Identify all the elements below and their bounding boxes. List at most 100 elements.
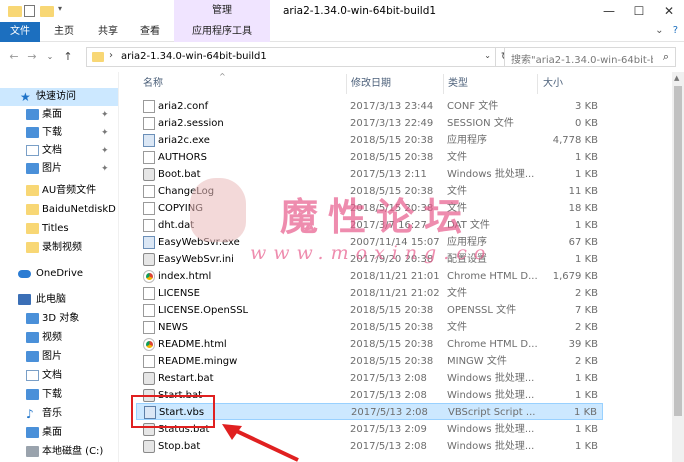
nav-quick-access[interactable]: ★ 快速访问 bbox=[0, 88, 118, 106]
column-divider[interactable] bbox=[443, 74, 444, 94]
chevron-down-icon[interactable]: ⌄ bbox=[484, 51, 491, 60]
nav-downloads-pc[interactable]: 下载 bbox=[0, 386, 118, 404]
back-button[interactable]: ← bbox=[6, 48, 22, 66]
nav-desktop[interactable]: 桌面 ✦ bbox=[0, 106, 118, 124]
search-input[interactable]: 搜索"aria2-1.34.0-win-64bit-build1" ⌕ bbox=[504, 47, 676, 67]
pin-icon[interactable]: ✦ bbox=[101, 106, 109, 124]
nav-titles[interactable]: Titles bbox=[0, 220, 118, 238]
tab-file[interactable]: 文件 bbox=[0, 22, 40, 42]
nav-label: 下载 bbox=[42, 127, 62, 138]
nav-label: 音乐 bbox=[42, 408, 62, 419]
nav-3d-objects[interactable]: 3D 对象 bbox=[0, 310, 118, 328]
file-type: OPENSSL 文件 bbox=[447, 305, 517, 316]
file-size: 3 KB bbox=[575, 101, 598, 112]
nav-pictures[interactable]: 图片 ✦ bbox=[0, 160, 118, 178]
file-date: 2017/5/13 2:11 bbox=[350, 169, 427, 180]
nav-music[interactable]: ♪ 音乐 bbox=[0, 405, 118, 423]
up-button[interactable]: ↑ bbox=[60, 48, 76, 66]
file-row[interactable]: aria2.conf 2017/3/13 23:44 CONF 文件 3 KB bbox=[136, 98, 603, 115]
tab-home[interactable]: 主页 bbox=[44, 22, 84, 42]
file-row[interactable]: Restart.bat 2017/5/13 2:08 Windows 批处理..… bbox=[136, 370, 603, 387]
file-name: NEWS bbox=[158, 322, 189, 333]
file-row[interactable]: NEWS 2018/5/15 20:38 文件 2 KB bbox=[136, 319, 603, 336]
file-name: EasyWebSvr.ini bbox=[158, 254, 234, 265]
vertical-scrollbar[interactable]: ▲ bbox=[672, 72, 684, 462]
pin-icon[interactable]: ✦ bbox=[101, 142, 109, 160]
file-type: MINGW 文件 bbox=[447, 356, 507, 367]
pin-icon[interactable]: ✦ bbox=[101, 124, 109, 142]
nav-baidunetdisk[interactable]: BaiduNetdiskD bbox=[0, 201, 118, 219]
properties-icon[interactable] bbox=[24, 5, 35, 17]
nav-documents[interactable]: 文档 ✦ bbox=[0, 142, 118, 160]
manage-tab[interactable]: 管理 bbox=[174, 0, 270, 22]
nav-videos[interactable]: 视频 bbox=[0, 329, 118, 347]
help-icon[interactable]: ? bbox=[673, 25, 678, 36]
scroll-up-icon[interactable]: ▲ bbox=[674, 74, 679, 82]
file-row[interactable]: EasyWebSvr.exe 2007/11/14 15:07 应用程序 67 … bbox=[136, 234, 603, 251]
file-row[interactable]: ChangeLog 2018/5/15 20:38 文件 11 KB bbox=[136, 183, 603, 200]
navigation-pane-divider[interactable] bbox=[118, 72, 119, 462]
nav-this-pc[interactable]: 此电脑 bbox=[0, 291, 118, 309]
file-date: 2017/9/20 20:38 bbox=[350, 254, 434, 265]
file-row[interactable]: aria2c.exe 2018/5/15 20:38 应用程序 4,778 KB bbox=[136, 132, 603, 149]
nav-downloads[interactable]: 下载 ✦ bbox=[0, 124, 118, 142]
nav-local-disk-c[interactable]: 本地磁盘 (C:) bbox=[0, 443, 118, 461]
file-name: COPYING bbox=[158, 203, 203, 214]
tab-application-tools[interactable]: 应用程序工具 bbox=[174, 22, 270, 42]
tab-share[interactable]: 共享 bbox=[88, 22, 128, 42]
folder-icon bbox=[26, 204, 39, 215]
file-date: 2018/5/15 20:38 bbox=[350, 203, 434, 214]
file-row[interactable]: dht.dat 2017/3/7 16:27 DAT 文件 1 KB bbox=[136, 217, 603, 234]
file-date: 2018/5/15 20:38 bbox=[350, 152, 434, 163]
nav-documents-pc[interactable]: 文档 bbox=[0, 367, 118, 385]
folder-icon bbox=[26, 242, 39, 253]
column-divider[interactable] bbox=[346, 74, 347, 94]
file-row[interactable]: Boot.bat 2017/5/13 2:11 Windows 批处理... 1… bbox=[136, 166, 603, 183]
file-row[interactable]: index.html 2018/11/21 21:01 Chrome HTML … bbox=[136, 268, 603, 285]
nav-label: 视频 bbox=[42, 332, 62, 343]
file-row[interactable]: COPYING 2018/5/15 20:38 文件 18 KB bbox=[136, 200, 603, 217]
minimize-button[interactable]: — bbox=[594, 0, 624, 22]
batch-file-icon bbox=[143, 372, 155, 385]
nav-onedrive[interactable]: OneDrive bbox=[0, 265, 118, 283]
nav-pictures-pc[interactable]: 图片 bbox=[0, 348, 118, 366]
nav-recorded-videos[interactable]: 录制视频 bbox=[0, 239, 118, 257]
nav-desktop-pc[interactable]: 桌面 bbox=[0, 424, 118, 442]
column-header-name[interactable]: 名称 bbox=[143, 72, 163, 96]
new-folder-icon[interactable] bbox=[40, 6, 54, 17]
expand-ribbon-icon[interactable]: ⌄ bbox=[655, 25, 663, 36]
forward-button[interactable]: → bbox=[24, 48, 40, 66]
pin-icon[interactable]: ✦ bbox=[101, 160, 109, 178]
file-date: 2017/5/13 2:08 bbox=[350, 390, 427, 401]
address-bar[interactable]: › aria2-1.34.0-win-64bit-build1 ⌄ bbox=[86, 47, 496, 67]
navigation-pane: ★ 快速访问 桌面 ✦ 下载 ✦ 文档 ✦ 图片 ✦ AU音频文件 BaiduN… bbox=[0, 72, 118, 462]
file-type: 文件 bbox=[447, 322, 467, 333]
file-row[interactable]: README.mingw 2018/5/15 20:38 MINGW 文件 2 … bbox=[136, 353, 603, 370]
file-size: 2 KB bbox=[575, 322, 598, 333]
file-row[interactable]: LICENSE 2018/11/21 21:02 文件 2 KB bbox=[136, 285, 603, 302]
ribbon-tabs: 文件 主页 共享 查看 应用程序工具 ⌄ ? bbox=[0, 22, 684, 42]
file-row[interactable]: README.html 2018/5/15 20:38 Chrome HTML … bbox=[136, 336, 603, 353]
file-type: Chrome HTML D... bbox=[447, 339, 537, 350]
breadcrumb[interactable]: aria2-1.34.0-win-64bit-build1 bbox=[121, 51, 267, 62]
file-row[interactable]: aria2.session 2017/3/13 22:49 SESSION 文件… bbox=[136, 115, 603, 132]
quick-access-dropdown-icon[interactable]: ▾ bbox=[58, 4, 72, 18]
file-type: 应用程序 bbox=[447, 135, 487, 146]
file-row[interactable]: EasyWebSvr.ini 2017/9/20 20:38 配置设置 1 KB bbox=[136, 251, 603, 268]
column-header-date[interactable]: 修改日期 bbox=[351, 72, 391, 96]
recent-locations-button[interactable]: ⌄ bbox=[42, 48, 58, 66]
column-divider[interactable] bbox=[537, 74, 538, 94]
scrollbar-thumb[interactable] bbox=[674, 86, 682, 416]
text-file-icon bbox=[143, 304, 155, 317]
file-name: aria2c.exe bbox=[158, 135, 210, 146]
file-row[interactable]: Stop.bat 2017/5/13 2:08 Windows 批处理... 1… bbox=[136, 438, 603, 455]
tab-view[interactable]: 查看 bbox=[130, 22, 170, 42]
nav-au-audio[interactable]: AU音频文件 bbox=[0, 182, 118, 200]
file-row[interactable]: LICENSE.OpenSSL 2018/5/15 20:38 OPENSSL … bbox=[136, 302, 603, 319]
close-button[interactable]: ✕ bbox=[654, 0, 684, 22]
file-row[interactable]: AUTHORS 2018/5/15 20:38 文件 1 KB bbox=[136, 149, 603, 166]
maximize-button[interactable]: ☐ bbox=[624, 0, 654, 22]
column-header-size[interactable]: 大小 bbox=[543, 72, 563, 96]
column-header-type[interactable]: 类型 bbox=[448, 72, 468, 96]
breadcrumb-separator[interactable]: › bbox=[109, 50, 113, 61]
